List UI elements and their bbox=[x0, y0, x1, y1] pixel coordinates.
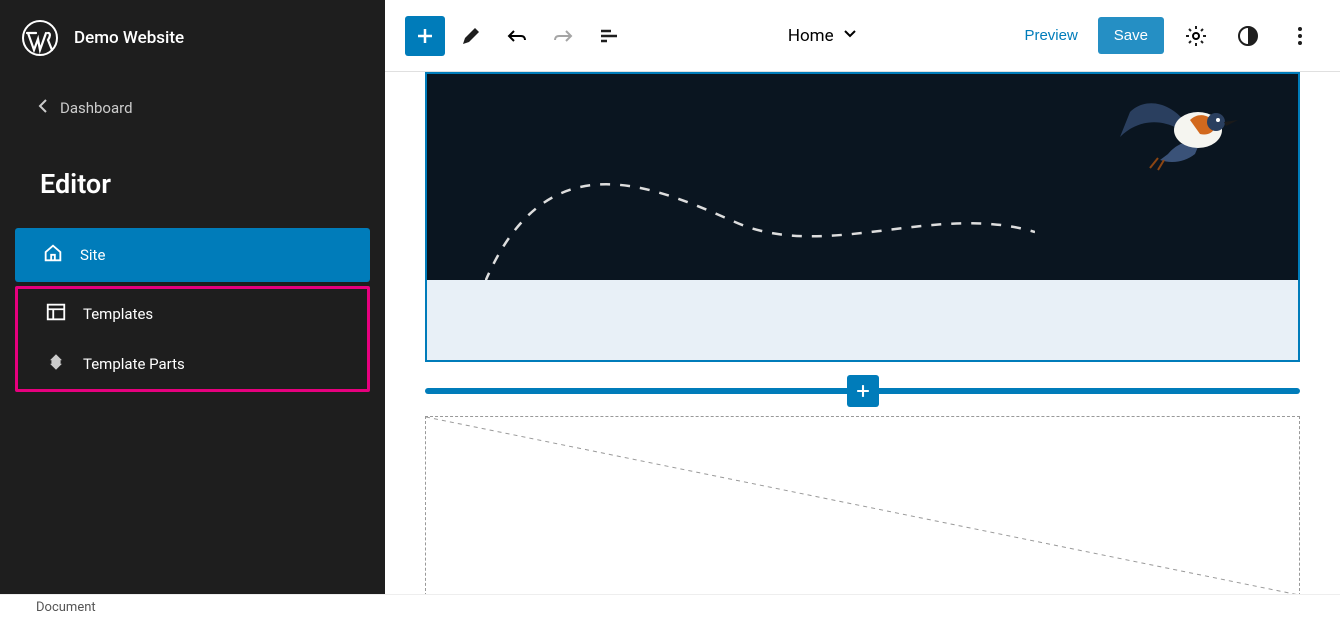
editor-main: Home Preview Save bbox=[385, 0, 1340, 594]
back-to-dashboard-link[interactable]: Dashboard bbox=[0, 86, 385, 130]
placeholder-diagonal-icon bbox=[426, 417, 1299, 594]
sidebar-header: Demo Website bbox=[0, 20, 385, 86]
sidebar-item-label: Templates bbox=[83, 305, 153, 323]
footer-breadcrumb[interactable]: Document bbox=[0, 594, 1340, 619]
editor-heading: Editor bbox=[0, 130, 385, 228]
back-label: Dashboard bbox=[60, 99, 133, 117]
more-options-button[interactable] bbox=[1280, 16, 1320, 56]
sidebar-item-templates[interactable]: Templates bbox=[18, 289, 367, 339]
editor-canvas[interactable] bbox=[385, 72, 1340, 594]
sidebar-item-site[interactable]: Site bbox=[15, 228, 370, 282]
site-title[interactable]: Demo Website bbox=[74, 28, 184, 48]
save-button[interactable]: Save bbox=[1098, 17, 1164, 54]
layout-icon bbox=[45, 301, 67, 327]
styles-button[interactable] bbox=[1228, 16, 1268, 56]
chevron-down-icon bbox=[842, 25, 858, 46]
template-parts-icon bbox=[45, 351, 67, 377]
image-placeholder-block[interactable] bbox=[425, 416, 1300, 594]
flight-path-decoration bbox=[485, 122, 1035, 282]
highlighted-nav-group: Templates Template Parts bbox=[15, 286, 370, 392]
editor-toolbar: Home Preview Save bbox=[385, 0, 1340, 72]
inline-block-inserter-button[interactable] bbox=[847, 375, 879, 407]
wordpress-logo-icon[interactable] bbox=[22, 20, 58, 56]
navigation-sidebar: Demo Website Dashboard Editor Site Templ… bbox=[0, 0, 385, 594]
redo-button[interactable] bbox=[543, 16, 583, 56]
hero-dark-block[interactable] bbox=[425, 72, 1300, 280]
document-title: Home bbox=[788, 26, 834, 46]
chevron-left-icon bbox=[38, 98, 50, 118]
sidebar-item-label: Site bbox=[80, 246, 105, 264]
settings-button[interactable] bbox=[1176, 16, 1216, 56]
footer-label: Document bbox=[36, 600, 96, 615]
preview-button[interactable]: Preview bbox=[1016, 17, 1085, 54]
bird-illustration bbox=[1110, 82, 1240, 172]
undo-button[interactable] bbox=[497, 16, 537, 56]
selected-light-block[interactable] bbox=[427, 280, 1298, 360]
list-view-button[interactable] bbox=[589, 16, 629, 56]
block-inserter-button[interactable] bbox=[405, 16, 445, 56]
home-icon bbox=[42, 242, 64, 268]
document-title-dropdown[interactable]: Home bbox=[635, 25, 1010, 46]
sidebar-item-template-parts[interactable]: Template Parts bbox=[18, 339, 367, 389]
sidebar-item-label: Template Parts bbox=[83, 355, 185, 373]
edit-tool-button[interactable] bbox=[451, 16, 491, 56]
